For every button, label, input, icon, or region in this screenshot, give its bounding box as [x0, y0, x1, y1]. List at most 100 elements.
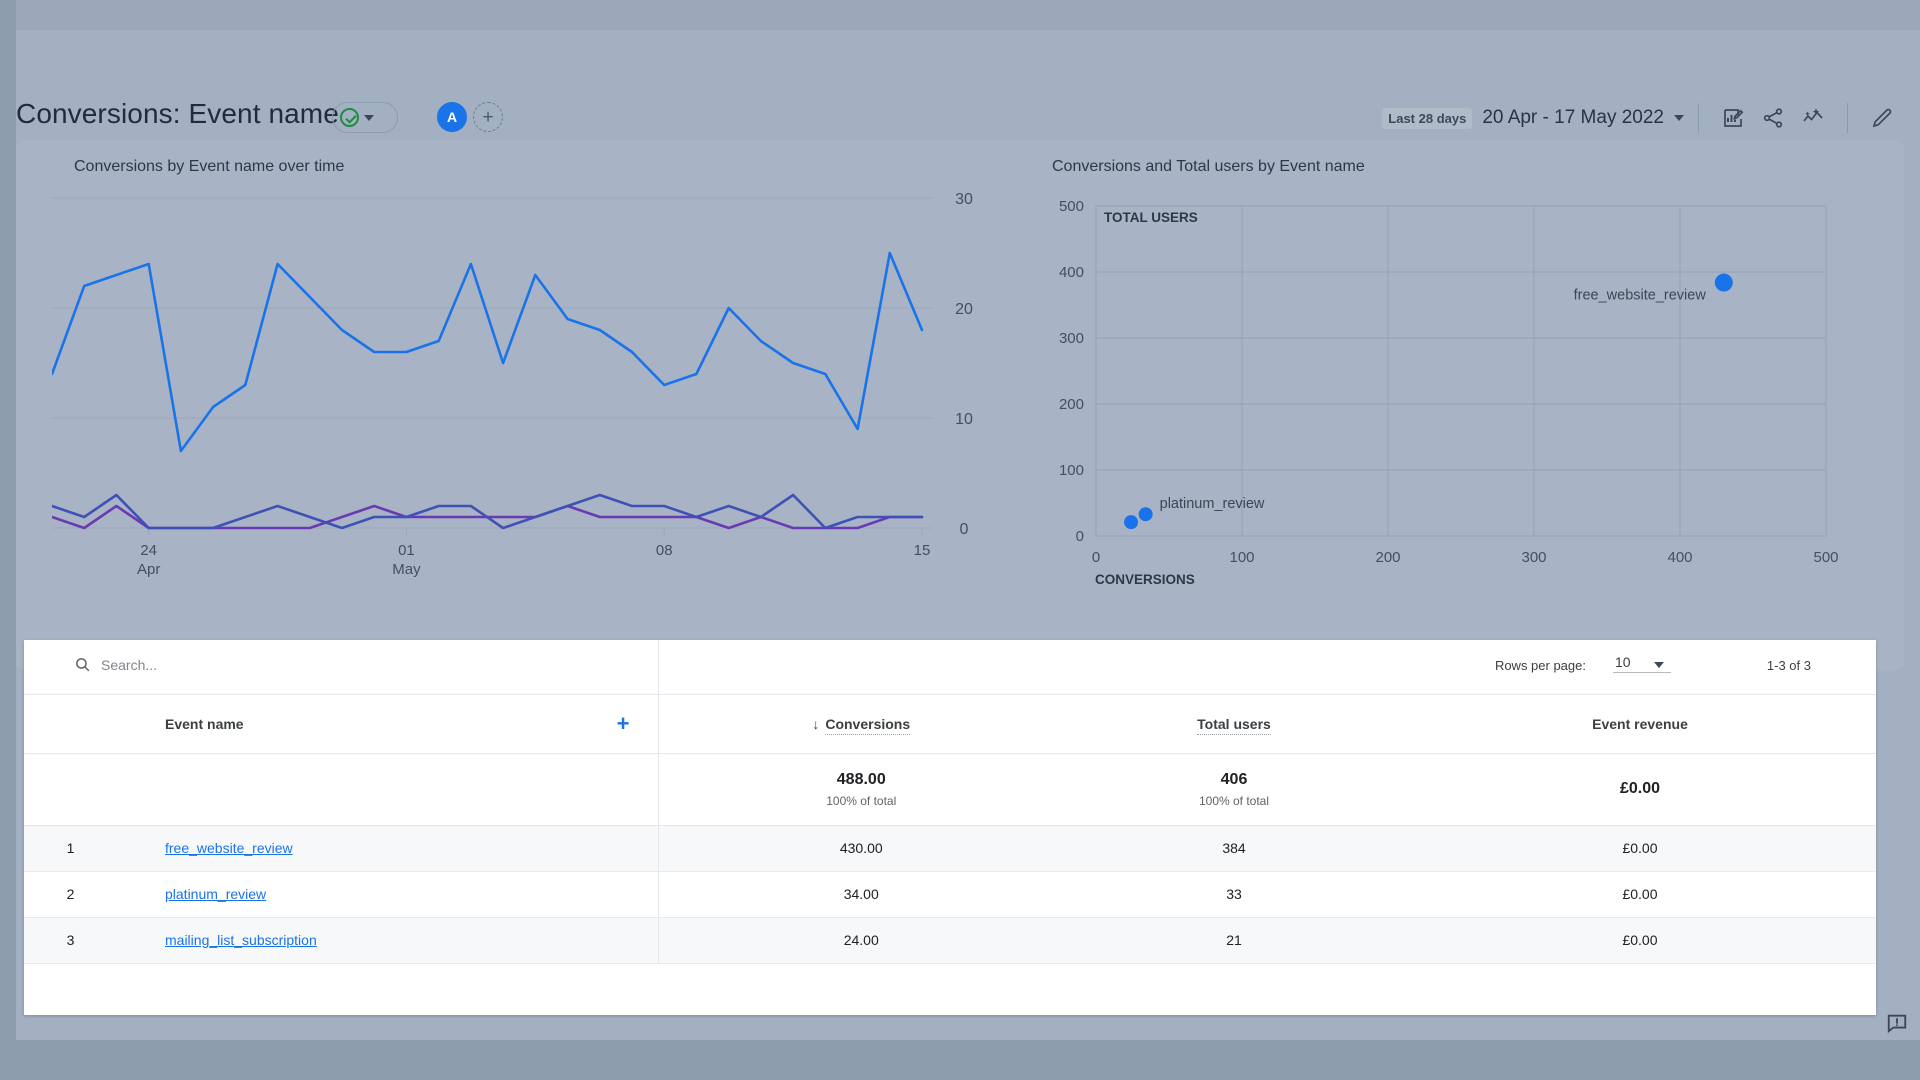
svg-text:300: 300	[1059, 330, 1084, 347]
page-top-strip	[0, 0, 1920, 30]
svg-text:CONVERSIONS: CONVERSIONS	[1095, 572, 1195, 587]
insights-icon[interactable]	[1793, 98, 1833, 138]
row-event-name[interactable]: mailing_list_subscription	[117, 917, 658, 963]
header-total-users-label: Total users	[1197, 716, 1271, 735]
scatter-chart-panel: Conversions and Total users by Event nam…	[1036, 150, 1886, 660]
feedback-icon[interactable]	[1882, 1008, 1912, 1038]
table-toolbar: Search... Rows per page: 10 1-3 of 3	[24, 640, 1876, 695]
page-bottom-strip	[0, 1040, 1920, 1080]
row-conversions: 34.00	[658, 871, 1064, 917]
date-range-label[interactable]: 20 Apr - 17 May 2022	[1482, 107, 1664, 129]
row-rank: 2	[24, 871, 117, 917]
svg-text:May: May	[392, 561, 421, 578]
conversions-vs-users-chart[interactable]: 01002003004005000100200300400500TOTAL US…	[1036, 188, 1886, 648]
totals-users-sub: 100% of total	[1064, 794, 1404, 808]
totals-conversions-sub: 100% of total	[659, 794, 1065, 808]
svg-text:500: 500	[1813, 549, 1838, 566]
check-circle-icon	[340, 108, 359, 127]
totals-users-value: 406	[1064, 771, 1404, 789]
svg-text:15: 15	[914, 542, 931, 559]
header-actions: Last 28 days 20 Apr - 17 May 2022	[1382, 98, 1902, 138]
scatter-chart-title: Conversions and Total users by Event nam…	[1052, 158, 1365, 176]
totals-users: 406 100% of total	[1064, 753, 1404, 825]
toolbar-divider	[658, 640, 659, 695]
page-title: Conversions: Event name	[16, 98, 339, 130]
table-totals: 488.00 100% of total 406 100% of total £…	[24, 753, 1876, 825]
header-event-name-label: Event name	[165, 716, 244, 732]
totals-conversions: 488.00 100% of total	[658, 753, 1064, 825]
events-table: Event name + ↓ Conversions Total users Ev…	[24, 695, 1876, 964]
svg-text:200: 200	[1059, 396, 1084, 413]
svg-text:30: 30	[955, 191, 973, 208]
svg-text:400: 400	[1667, 549, 1692, 566]
svg-text:300: 300	[1521, 549, 1546, 566]
share-icon[interactable]	[1753, 98, 1793, 138]
svg-text:Apr: Apr	[137, 561, 160, 578]
header-rank	[24, 695, 117, 753]
totals-name	[117, 753, 658, 825]
svg-text:400: 400	[1059, 264, 1084, 281]
rows-per-page-chevron-down-icon[interactable]	[1654, 662, 1664, 668]
svg-text:0: 0	[1076, 528, 1084, 545]
date-range-chevron-down-icon[interactable]	[1674, 115, 1684, 121]
header-event-revenue[interactable]: Event revenue	[1404, 695, 1876, 753]
totals-rank	[24, 753, 117, 825]
comparison-avatar[interactable]: A	[437, 102, 467, 132]
conversions-over-time-chart[interactable]: 010203024Apr01May0815	[52, 188, 1002, 608]
totals-conversions-value: 488.00	[659, 771, 1065, 789]
event-name-link[interactable]: free_website_review	[165, 840, 293, 856]
page-left-strip	[0, 0, 16, 1080]
svg-text:01: 01	[398, 542, 415, 559]
search-input[interactable]: Search...	[101, 657, 157, 673]
row-event-revenue: £0.00	[1404, 871, 1876, 917]
svg-text:100: 100	[1059, 462, 1084, 479]
header-conversions[interactable]: ↓ Conversions	[658, 695, 1064, 753]
row-event-name[interactable]: platinum_review	[117, 871, 658, 917]
table-header-row: Event name + ↓ Conversions Total users Ev…	[24, 695, 1876, 753]
table-row[interactable]: 2 platinum_review 34.00 33 £0.00	[24, 871, 1876, 917]
edit-chart-icon[interactable]	[1713, 98, 1753, 138]
totals-revenue: £0.00	[1404, 753, 1876, 825]
svg-text:200: 200	[1375, 549, 1400, 566]
add-dimension-icon[interactable]: +	[617, 713, 630, 735]
line-chart-panel: Conversions by Event name over time 0102…	[52, 150, 1002, 660]
event-name-link[interactable]: platinum_review	[165, 886, 266, 902]
header-divider-2	[1847, 103, 1848, 133]
pencil-edit-icon[interactable]	[1862, 98, 1902, 138]
search-box[interactable]: Search...	[74, 656, 157, 673]
pagination-range-label: 1-3 of 3	[1767, 658, 1811, 673]
row-conversions: 24.00	[658, 917, 1064, 963]
event-name-link[interactable]: mailing_list_subscription	[165, 932, 317, 948]
svg-text:24: 24	[140, 542, 157, 559]
svg-text:10: 10	[955, 411, 973, 428]
add-comparison-button[interactable]: +	[473, 102, 503, 132]
svg-text:20: 20	[955, 301, 973, 318]
row-event-name[interactable]: free_website_review	[117, 825, 658, 871]
svg-text:0: 0	[1092, 549, 1100, 566]
charts-card: Conversions by Event name over time 0102…	[16, 140, 1904, 670]
svg-text:100: 100	[1229, 549, 1254, 566]
row-rank: 1	[24, 825, 117, 871]
row-event-revenue: £0.00	[1404, 917, 1876, 963]
header-conversions-label: Conversions	[825, 716, 910, 735]
table-row[interactable]: 3 mailing_list_subscription 24.00 21 £0.…	[24, 917, 1876, 963]
row-total-users: 33	[1064, 871, 1404, 917]
date-preset-badge: Last 28 days	[1382, 108, 1472, 129]
row-event-revenue: £0.00	[1404, 825, 1876, 871]
header-total-users[interactable]: Total users	[1064, 695, 1404, 753]
row-rank: 3	[24, 917, 117, 963]
chevron-down-icon	[364, 115, 374, 121]
line-chart-title: Conversions by Event name over time	[74, 158, 344, 176]
svg-text:08: 08	[656, 542, 673, 559]
table-head: Event name + ↓ Conversions Total users Ev…	[24, 695, 1876, 753]
header-event-name[interactable]: Event name +	[117, 695, 658, 753]
sort-descending-icon: ↓	[812, 716, 819, 732]
svg-text:platinum_review: platinum_review	[1160, 496, 1265, 512]
svg-text:free_website_review: free_website_review	[1574, 288, 1707, 304]
search-icon	[74, 656, 91, 673]
conversion-event-selector[interactable]	[332, 102, 398, 133]
rows-per-page-label: Rows per page:	[1495, 658, 1586, 673]
totals-row: 488.00 100% of total 406 100% of total £…	[24, 753, 1876, 825]
events-table-card: Search... Rows per page: 10 1-3 of 3 Eve…	[24, 640, 1876, 1015]
table-row[interactable]: 1 free_website_review 430.00 384 £0.00	[24, 825, 1876, 871]
